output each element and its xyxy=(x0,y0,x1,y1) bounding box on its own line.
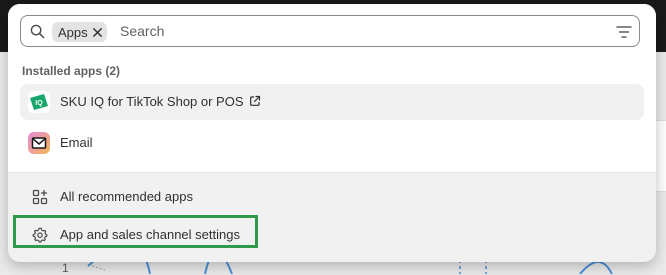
apps-grid-icon xyxy=(32,189,48,205)
filter-icon[interactable] xyxy=(616,25,632,39)
highlight-annotation-box xyxy=(13,215,258,248)
all-recommended-apps-link[interactable]: All recommended apps xyxy=(20,180,644,214)
search-icon xyxy=(30,24,45,39)
app-item-label: SKU IQ for TikTok Shop or POS xyxy=(60,94,261,109)
email-app-icon xyxy=(28,132,50,154)
nav-item-label: All recommended apps xyxy=(60,189,193,204)
app-item-sku-iq[interactable]: IQ SKU IQ for TikTok Shop or POS xyxy=(20,84,644,120)
background-axis-label: 1 xyxy=(62,261,69,275)
svg-text:IQ: IQ xyxy=(35,100,43,107)
app-item-email[interactable]: Email xyxy=(20,125,644,161)
installed-apps-heading: Installed apps (2) xyxy=(22,64,121,78)
popover-divider xyxy=(8,172,656,173)
search-input[interactable]: Apps Search xyxy=(20,15,640,47)
external-link-icon xyxy=(249,95,260,106)
popover-results-section: Apps Search Installed apps (2) IQ SKU IQ… xyxy=(8,4,656,172)
sku-iq-app-icon: IQ xyxy=(28,91,50,113)
app-item-label-text: SKU IQ for TikTok Shop or POS xyxy=(60,94,244,109)
search-filter-tag-label: Apps xyxy=(58,24,88,40)
app-item-label: Email xyxy=(60,135,93,150)
close-icon[interactable] xyxy=(92,27,103,38)
search-placeholder: Search xyxy=(120,23,165,39)
search-filter-tag: Apps xyxy=(52,22,107,42)
